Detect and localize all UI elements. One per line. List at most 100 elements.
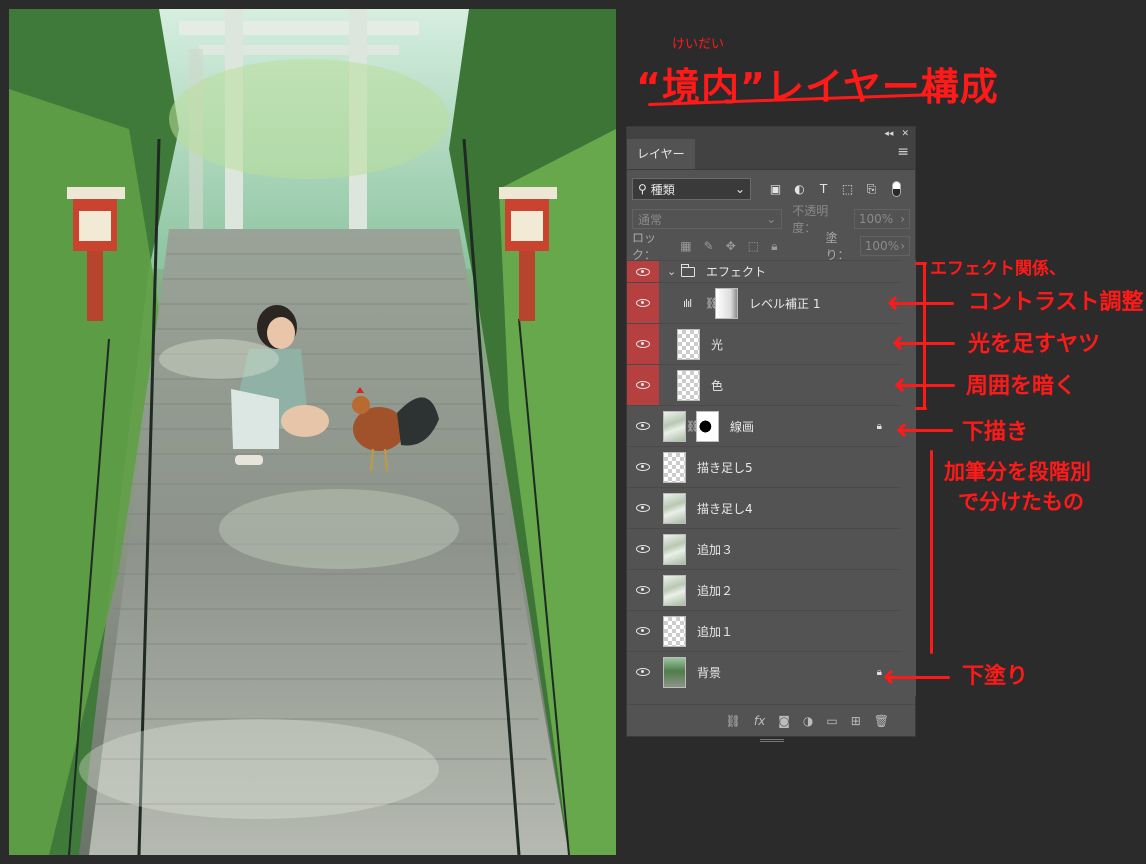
lock-position-icon[interactable]: ✥ — [726, 239, 736, 253]
layer-mask-thumbnail[interactable] — [715, 287, 738, 319]
layer-row-effect-group[interactable]: ⌄ エフェクト — [627, 260, 900, 283]
layer-name: 描き足し4 — [697, 501, 753, 516]
new-adjustment-icon[interactable]: ◑ — [803, 714, 813, 728]
layer-thumbnail[interactable] — [663, 410, 686, 442]
layer-list-scrollbar[interactable] — [901, 260, 916, 696]
visibility-toggle[interactable] — [627, 365, 659, 405]
darken-annotation: 周囲を暗く — [966, 374, 1077, 399]
layer-thumbnail[interactable] — [663, 533, 686, 565]
hamburger-menu-icon[interactable]: ≡ — [897, 144, 915, 169]
type-filter-icon[interactable]: T — [817, 182, 830, 196]
layer-thumbnail[interactable] — [663, 574, 686, 606]
visibility-toggle[interactable] — [627, 652, 659, 692]
filter-toggle[interactable] — [892, 181, 901, 197]
paint-bracket — [930, 450, 933, 654]
visibility-toggle[interactable] — [627, 447, 659, 487]
link-chain-icon[interactable]: ⛓ — [686, 420, 700, 433]
lock-artboard-icon[interactable]: ⬚ — [748, 239, 759, 253]
shape-filter-icon[interactable]: ⬚ — [841, 182, 854, 196]
layer-thumbnail[interactable] — [663, 451, 686, 483]
link-chain-icon[interactable]: ⛓ — [705, 297, 719, 310]
layer-name: 線画 — [730, 419, 755, 434]
fx-icon[interactable]: fx — [754, 714, 765, 728]
link-layers-icon[interactable]: ⛓ — [726, 714, 741, 728]
artwork-canvas — [9, 9, 616, 855]
eye-icon — [636, 627, 650, 635]
layer-row-addition-5[interactable]: 描き足し5 — [627, 446, 900, 487]
layer-row-background[interactable]: 背景 🔒︎ — [627, 651, 900, 692]
chevron-down-icon[interactable]: ⌄ — [667, 265, 677, 278]
filter-row: ⚲ 種類 ⌄ ▣ ◐ T ⬚ ⎘ — [627, 174, 915, 204]
effects-bracket — [923, 262, 926, 410]
eye-icon — [636, 545, 650, 553]
layer-row-extra-1[interactable]: 追加１ — [627, 610, 900, 651]
layer-thumbnail[interactable] — [663, 615, 686, 647]
panel-tab-bar: レイヤー ≡ — [627, 139, 915, 170]
visibility-toggle[interactable] — [627, 611, 659, 651]
fill-field[interactable]: 100% › — [859, 236, 910, 256]
delete-layer-icon[interactable]: 🗑︎ — [874, 714, 889, 728]
layer-name: 追加１ — [697, 624, 734, 639]
layer-row-color[interactable]: 色 — [627, 364, 900, 405]
eye-icon — [636, 586, 650, 594]
visibility-toggle[interactable] — [627, 283, 659, 323]
layer-row-light[interactable]: 光 — [627, 323, 900, 364]
layer-thumbnail[interactable] — [663, 656, 686, 688]
kind-filter-select[interactable]: ⚲ 種類 ⌄ — [632, 178, 751, 200]
opacity-field[interactable]: 100% › — [853, 209, 910, 229]
layer-name: 色 — [711, 378, 724, 393]
folder-icon — [681, 263, 695, 277]
chevron-down-icon: ⌄ — [766, 212, 777, 226]
add-mask-icon[interactable]: ◙ — [778, 714, 790, 728]
lock-row: ロック： ▦ ✎ ✥ ⬚ 🔒︎ 塗り： 100% › — [627, 231, 915, 262]
layer-thumbnail[interactable] — [663, 492, 686, 524]
chevron-right-icon: › — [900, 212, 905, 226]
contrast-annotation: コントラスト調整 — [968, 290, 1144, 315]
layer-name: レベル補正 1 — [749, 296, 821, 311]
fill-label: 塗り： — [825, 231, 850, 262]
visibility-toggle[interactable] — [627, 406, 659, 446]
layer-row-addition-4[interactable]: 描き足し4 — [627, 487, 900, 528]
visibility-toggle[interactable] — [627, 570, 659, 610]
sketch-annotation: 下描き — [962, 420, 1029, 445]
eye-icon — [636, 381, 650, 389]
visibility-toggle[interactable] — [627, 488, 659, 528]
layer-row-lineart[interactable]: ⛓ 線画 🔒︎ — [627, 405, 900, 446]
layer-row-extra-3[interactable]: 追加３ — [627, 528, 900, 569]
layer-row-levels[interactable]: ılıl ⛓ レベル補正 1 — [627, 282, 900, 323]
new-group-icon[interactable]: ▭ — [826, 714, 837, 728]
layer-thumbnail[interactable] — [677, 369, 700, 401]
tab-layers[interactable]: レイヤー — [627, 139, 695, 169]
layer-name: 追加３ — [697, 542, 734, 557]
visibility-toggle[interactable] — [627, 529, 659, 569]
layer-mask-thumbnail[interactable] — [696, 410, 719, 442]
layer-thumbnail[interactable] — [677, 328, 700, 360]
lock-icon: 🔒︎ — [876, 666, 882, 678]
opacity-value: 100% — [858, 212, 894, 226]
lock-transparency-icon[interactable]: ▦ — [680, 239, 691, 253]
effects-group-annotation: エフェクト関係、 — [930, 259, 1066, 279]
chevron-down-icon: ⌄ — [734, 182, 745, 196]
layer-name: エフェクト — [706, 265, 767, 279]
levels-histogram-icon: ılıl — [683, 296, 692, 310]
lock-icon: 🔒︎ — [876, 420, 882, 432]
pixel-filter-icon[interactable]: ▣ — [769, 182, 782, 196]
layer-row-extra-2[interactable]: 追加２ — [627, 569, 900, 610]
blend-mode-select[interactable]: 通常 ⌄ — [632, 209, 783, 229]
eye-icon — [636, 504, 650, 512]
panel-footer-toolbar: ⛓ fx ◙ ◑ ▭ ⊞ 🗑︎ — [627, 704, 915, 736]
lock-all-icon[interactable]: 🔒︎ — [771, 239, 777, 254]
resize-grip[interactable] — [760, 739, 784, 742]
smart-object-filter-icon[interactable]: ⎘ — [865, 182, 878, 196]
close-icon[interactable]: ✕ — [901, 129, 909, 139]
lock-paint-icon[interactable]: ✎ — [704, 239, 714, 253]
visibility-toggle[interactable] — [627, 324, 659, 364]
adjustment-filter-icon[interactable]: ◐ — [793, 182, 806, 196]
collapse-icon[interactable]: ◂◂ — [884, 129, 893, 139]
visibility-toggle[interactable] — [627, 260, 659, 283]
effects-bracket-top — [915, 262, 927, 265]
search-icon: ⚲ — [638, 182, 647, 196]
eye-icon — [636, 422, 650, 430]
new-layer-icon[interactable]: ⊞ — [851, 714, 861, 728]
eye-icon — [636, 463, 650, 471]
